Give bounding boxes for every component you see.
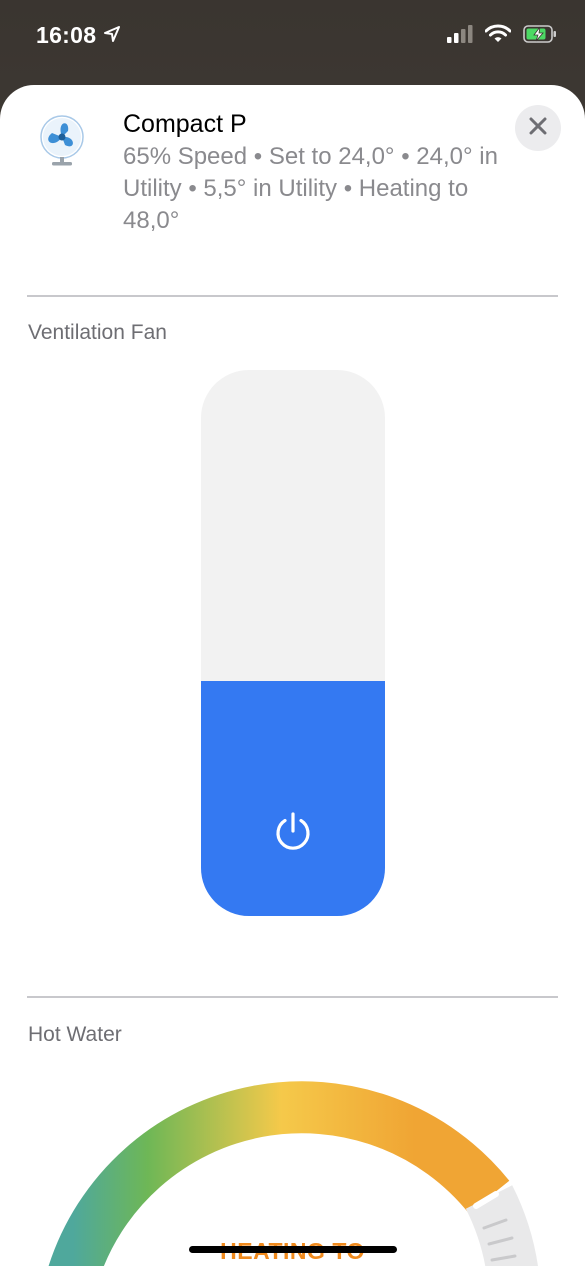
close-button[interactable] xyxy=(515,105,561,151)
status-icons xyxy=(447,24,557,48)
status-time: 16:08 xyxy=(36,22,97,48)
cellular-signal-icon xyxy=(447,24,473,48)
accessory-status-summary: 65% Speed • Set to 24,0° • 24,0° in Util… xyxy=(123,143,498,234)
ventilation-fan-label: Ventilation Fan xyxy=(28,321,167,344)
section-divider xyxy=(27,295,558,297)
fan-speed-slider[interactable] xyxy=(201,370,385,916)
power-icon[interactable] xyxy=(272,811,314,853)
close-icon xyxy=(529,117,547,140)
section-divider xyxy=(27,996,558,998)
home-indicator xyxy=(189,1246,397,1253)
wifi-icon xyxy=(484,24,512,48)
hot-water-label: Hot Water xyxy=(28,1023,122,1046)
accessory-detail-sheet: Compact P 65% Speed • Set to 24,0° • 24,… xyxy=(0,85,585,1266)
accessory-title: Compact P xyxy=(123,110,247,138)
fan-icon xyxy=(38,115,90,167)
hot-water-temperature-dial[interactable] xyxy=(0,1060,585,1266)
status-bar: 16:08 xyxy=(0,0,585,80)
location-arrow-icon xyxy=(104,26,120,47)
battery-charging-icon xyxy=(523,24,557,48)
fan-speed-fill xyxy=(201,681,385,916)
